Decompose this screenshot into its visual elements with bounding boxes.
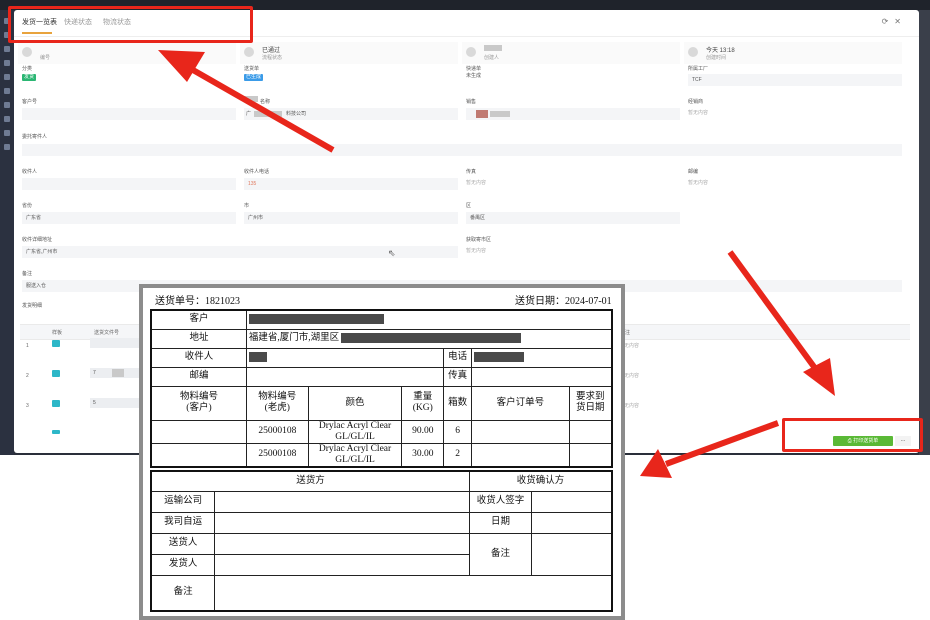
arrow-head xyxy=(158,50,205,82)
remark2-value xyxy=(530,532,613,576)
item-order-no xyxy=(471,442,570,467)
receiver-label: 收件人 xyxy=(150,347,247,368)
arrow-head xyxy=(803,358,835,396)
transport-company-label: 运输公司 xyxy=(150,490,216,513)
phone-label: 电话 xyxy=(443,347,473,368)
item-boxes: 2 xyxy=(443,442,473,467)
delivery-info-table: 客户 地址 福建省,厦门市,湖里区 收件人 电话 邮编 传真 物料编号 (客户)… xyxy=(150,309,613,468)
transport-company-value xyxy=(214,490,471,513)
phone-value xyxy=(471,347,613,368)
self-delivery-value xyxy=(214,511,471,534)
col-customer-code: 物料编号 (客户) xyxy=(150,385,247,421)
redacted-receiver xyxy=(248,351,267,362)
date-value xyxy=(530,511,613,534)
delivery-person-label: 送货人 xyxy=(150,532,216,555)
customer-label: 客户 xyxy=(150,309,247,330)
arrow-to-document xyxy=(664,420,780,467)
item-color: Drylac Acryl Clear GL/GL/IL xyxy=(307,442,403,467)
address-label: 地址 xyxy=(150,328,247,349)
item-required-date xyxy=(568,419,613,444)
date-label: 日期 xyxy=(469,511,532,534)
item-code: 25000108 xyxy=(245,419,309,444)
item-order-no xyxy=(471,419,570,444)
postcode-label: 邮编 xyxy=(150,366,247,387)
item-boxes: 6 xyxy=(443,419,473,444)
col-required-date: 要求到 货日期 xyxy=(568,385,613,421)
col-laohu-code: 物料编号 (老虎) xyxy=(245,385,309,421)
remark2-label: 备注 xyxy=(469,532,532,576)
fax-label: 传真 xyxy=(443,366,473,387)
receiver-confirm-header: 收货确认方 xyxy=(469,470,613,492)
delivery-date: 送货日期：2024-07-01 xyxy=(515,296,612,307)
redacted-phone xyxy=(474,351,525,362)
receiver-value xyxy=(245,347,445,368)
address-value: 福建省,厦门市,湖里区 xyxy=(248,333,340,344)
customer-value xyxy=(245,309,613,330)
shipper-label: 发货人 xyxy=(150,553,216,576)
remark-label: 备注 xyxy=(150,574,216,612)
remark-value xyxy=(214,574,613,612)
item-required-date xyxy=(568,442,613,467)
item-color: Drylac Acryl Clear GL/GL/IL xyxy=(307,419,403,444)
col-boxes: 箱数 xyxy=(443,385,473,421)
item-customer-code xyxy=(150,442,247,467)
item-code: 25000108 xyxy=(245,442,309,467)
delivery-person-value xyxy=(214,532,471,555)
receiver-sign-label: 收货人签字 xyxy=(469,490,532,513)
arrow-to-tabs xyxy=(184,63,335,153)
item-weight: 30.00 xyxy=(401,442,445,467)
sender-party-header: 送货方 xyxy=(150,470,471,492)
delivery-note-number: 送货单号：1821023 xyxy=(155,296,240,307)
redacted-customer xyxy=(248,314,384,325)
item-customer-code xyxy=(150,419,247,444)
self-delivery-label: 我司自运 xyxy=(150,511,216,534)
col-color: 颜色 xyxy=(307,385,403,421)
shipper-value xyxy=(214,553,471,576)
delivery-note-document: 送货单号：1821023 送货日期：2024-07-01 客户 地址 福建省,厦… xyxy=(143,288,621,616)
arrow-to-print xyxy=(727,250,823,377)
fax-value xyxy=(471,366,613,387)
postcode-value xyxy=(245,366,445,387)
receiver-sign-value xyxy=(530,490,613,513)
col-weight: 重量 (KG) xyxy=(401,385,445,421)
delivery-confirmation-table: 送货方 收货确认方 运输公司 收货人签字 我司自运 日期 送货人 备注 发货人 … xyxy=(150,470,613,612)
address-cell: 福建省,厦门市,湖里区 xyxy=(245,328,613,349)
item-weight: 90.00 xyxy=(401,419,445,444)
col-order-no: 客户订单号 xyxy=(471,385,570,421)
redacted-address xyxy=(341,332,522,343)
